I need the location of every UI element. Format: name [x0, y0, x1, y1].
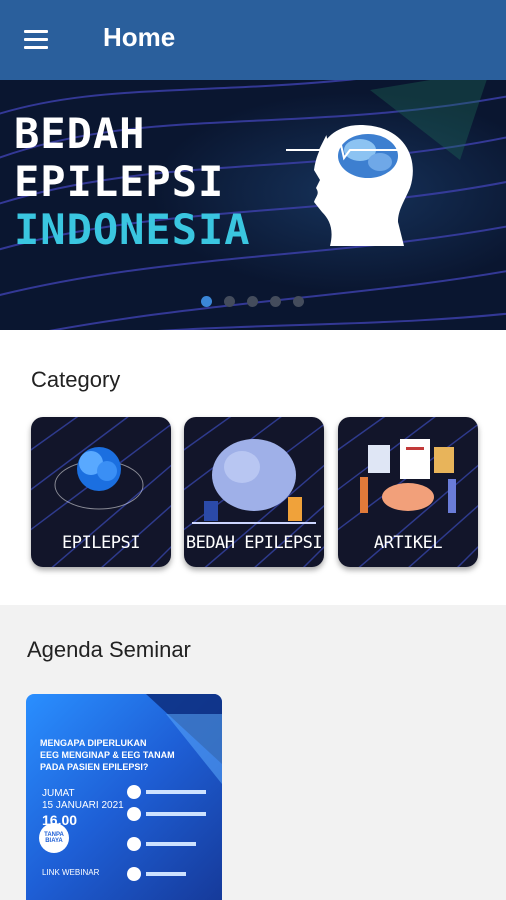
poster-badge: TANPA BIAYA — [44, 832, 64, 844]
poster-day: JUMAT — [42, 788, 75, 799]
category-card-epilepsi[interactable]: EPILEPSI — [31, 417, 171, 567]
carousel-dot[interactable] — [293, 296, 304, 307]
banner-headline: BEDAH EPILEPSI INDONESIA — [14, 110, 251, 254]
carousel-dot[interactable] — [270, 296, 281, 307]
seminar-poster[interactable]: MENGAPA DIPERLUKAN EEG MENGINAP & EEG TA… — [26, 694, 222, 900]
app-bar: Home — [0, 0, 506, 80]
menu-icon[interactable] — [22, 28, 52, 52]
carousel-dot[interactable] — [247, 296, 258, 307]
page-title: Home — [103, 22, 176, 52]
category-card-bedah-epilepsi[interactable]: BEDAH EPILEPSI — [184, 417, 324, 567]
agenda-heading: Agenda Seminar — [27, 637, 191, 662]
banner-line-1: BEDAH — [14, 109, 146, 158]
banner-carousel[interactable]: BEDAH EPILEPSI INDONESIA — [0, 80, 506, 330]
poster-line-3: PADA PASIEN EPILEPSI? — [40, 762, 149, 772]
category-card-artikel[interactable]: ARTIKEL — [338, 417, 478, 567]
category-label: BEDAH EPILEPSI — [185, 533, 323, 553]
carousel-indicator — [201, 296, 304, 307]
poster-date: 15 JANUARI 2021 — [42, 800, 124, 811]
poster-line-2: EEG MENGINAP & EEG TANAM — [40, 750, 175, 760]
category-section: Category EPILEPSI BEDAH EPILEPSI ARTIKEL — [0, 330, 506, 605]
carousel-dot[interactable] — [224, 296, 235, 307]
poster-time: 16.00 — [42, 812, 78, 828]
category-label: EPILEPSI — [62, 533, 140, 553]
poster-footer: LINK WEBINAR — [42, 868, 100, 877]
category-label: ARTIKEL — [373, 533, 443, 553]
poster-line-1: MENGAPA DIPERLUKAN — [40, 738, 147, 748]
banner-line-2: EPILEPSI — [14, 157, 225, 206]
banner-line-3: INDONESIA — [14, 205, 251, 254]
category-heading: Category — [31, 367, 121, 392]
carousel-dot[interactable] — [201, 296, 212, 307]
